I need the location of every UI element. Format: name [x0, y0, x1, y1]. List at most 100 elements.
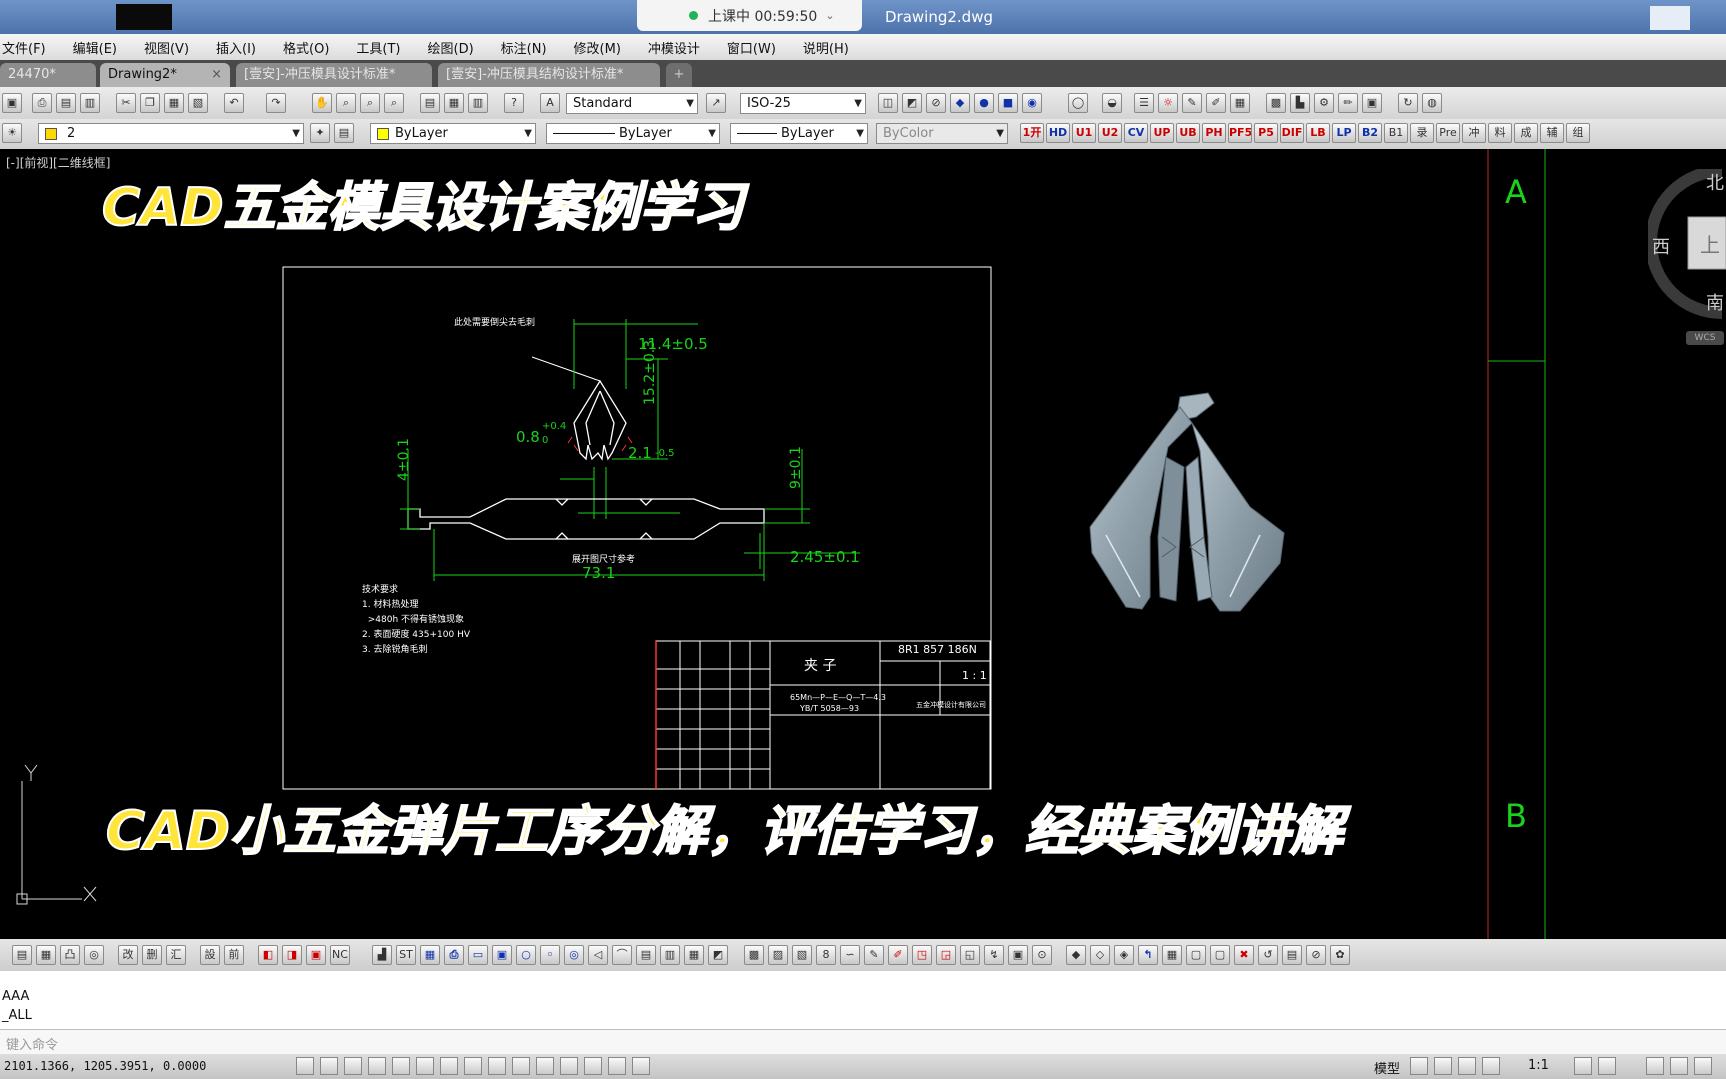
tool-icon-32[interactable]: ✐	[888, 945, 908, 965]
world-icon[interactable]: ◍	[1422, 93, 1442, 113]
custom-btn-6[interactable]: UP	[1150, 123, 1174, 143]
brush-icon[interactable]: ✎	[1182, 93, 1202, 113]
copy-icon[interactable]: ❐	[140, 93, 160, 113]
custom-btn-15[interactable]: B1	[1384, 123, 1408, 143]
tool-icon-19[interactable]: ▣	[492, 945, 512, 965]
viewcube[interactable]: 北 西 南 上 WCS	[1645, 165, 1726, 349]
dim-style-icon[interactable]: ↗	[706, 93, 726, 113]
tool-icon-48[interactable]: ▤	[1282, 945, 1302, 965]
tool-icon-43[interactable]: ▦	[1162, 945, 1182, 965]
tool-icon-17[interactable]: ⎙	[444, 945, 464, 965]
tool-icon-22[interactable]: ▤	[636, 945, 656, 965]
layer-select[interactable]: 2 ▼	[38, 123, 304, 144]
tool-icon-31[interactable]: ✎	[864, 945, 884, 965]
cube-3d-icon[interactable]: ■	[998, 93, 1018, 113]
layout-icon[interactable]	[1410, 1057, 1428, 1075]
box-3d-icon[interactable]: ◆	[950, 93, 970, 113]
text-style-select[interactable]: Standard ▼	[566, 93, 698, 114]
custom-btn-14[interactable]: B2	[1358, 123, 1382, 143]
menu-view[interactable]: 视图(V)	[144, 38, 189, 57]
print-preview-icon[interactable]: ▤	[56, 93, 76, 113]
tool-icon-26[interactable]: ▩	[744, 945, 764, 965]
print-icon[interactable]: ⎙	[32, 93, 52, 113]
custom-btn-20[interactable]: 成	[1514, 123, 1538, 143]
text-style-icon[interactable]: A	[540, 93, 560, 113]
selection-cycling-icon[interactable]	[608, 1057, 626, 1075]
menu-format[interactable]: 格式(O)	[283, 38, 329, 57]
menu-tools[interactable]: 工具(T)	[356, 38, 400, 57]
tool-icon-39[interactable]: ◆	[1066, 945, 1086, 965]
drawing-canvas[interactable]: 此处需要倒尖去毛刺 11.4±0.5 15.2±0.3 0.8 +0.4 0 2…	[0, 149, 1726, 939]
tool-icon-29[interactable]: 8	[816, 945, 836, 965]
tool-icon-14[interactable]: ▟	[372, 945, 392, 965]
tool-icon-33[interactable]: ◳	[912, 945, 932, 965]
custom-btn-8[interactable]: PH	[1202, 123, 1226, 143]
tool-icon-21[interactable]: ◁	[588, 945, 608, 965]
custom-btn-4[interactable]: U2	[1098, 123, 1122, 143]
tool-icon-9[interactable]: 前	[224, 945, 244, 965]
quick-view-drawings-icon[interactable]	[1458, 1057, 1476, 1075]
annotation-visibility-icon[interactable]	[1574, 1057, 1592, 1075]
tool-icon-25[interactable]: ◩	[708, 945, 728, 965]
3d-osnap-icon[interactable]	[440, 1057, 458, 1075]
tool-icon-34[interactable]: ◲	[936, 945, 956, 965]
dynamic-ucs-icon[interactable]	[488, 1057, 506, 1075]
infer-constraints-icon[interactable]	[296, 1057, 314, 1075]
tool-icon-28[interactable]: ▧	[792, 945, 812, 965]
custom-btn-21[interactable]: 辅	[1540, 123, 1564, 143]
help-icon[interactable]: ?	[504, 93, 524, 113]
grid-display-icon[interactable]	[344, 1057, 362, 1075]
circle-small-icon[interactable]: ◦	[540, 945, 560, 965]
tab-stamping-standard[interactable]: [壹安]-冲压模具设计标准*	[236, 63, 432, 87]
redo-icon[interactable]: ↷	[266, 93, 286, 113]
tool-icon-35[interactable]: ◱	[960, 945, 980, 965]
annotation-scale[interactable]: 1:1	[1528, 1058, 1549, 1073]
sphere-3d-icon[interactable]: ●	[974, 93, 994, 113]
tool-icon-20[interactable]: ◎	[564, 945, 584, 965]
refresh-icon[interactable]: ↻	[1398, 93, 1418, 113]
visual-style-icon[interactable]: ◒	[1102, 93, 1122, 113]
auto-scale-icon[interactable]	[1598, 1057, 1616, 1075]
annotation-monitor-icon[interactable]	[632, 1057, 650, 1075]
menu-modify[interactable]: 修改(M)	[574, 38, 621, 57]
linetype-select[interactable]: ByLayer ▼	[546, 123, 720, 144]
tool-icon-30[interactable]: ∽	[840, 945, 860, 965]
workspace-gear-icon[interactable]	[1646, 1057, 1664, 1075]
compass-west[interactable]: 西	[1652, 233, 1670, 259]
object-snap-icon[interactable]	[416, 1057, 434, 1075]
tool-icon-5[interactable]: 改	[118, 945, 138, 965]
transparency-icon[interactable]	[560, 1057, 578, 1075]
tool-icon-44[interactable]: ▢	[1186, 945, 1206, 965]
tool-icon-27[interactable]: ▨	[768, 945, 788, 965]
custom-btn-13[interactable]: LP	[1332, 123, 1356, 143]
layer-manager-icon[interactable]: ☀	[2, 123, 22, 143]
close-icon[interactable]: ×	[211, 63, 222, 87]
custom-btn-17[interactable]: Pre	[1436, 123, 1460, 143]
tool-icon-37[interactable]: ▣	[1008, 945, 1028, 965]
viewport-controls-label[interactable]: [-][前视][二维线框]	[6, 154, 110, 171]
no-entry-icon[interactable]: ⊘	[926, 93, 946, 113]
tool-icon-12[interactable]: ▣	[306, 945, 326, 965]
menu-insert[interactable]: 插入(I)	[216, 38, 256, 57]
circle-icon[interactable]: ○	[516, 945, 536, 965]
tool-icon-47[interactable]: ↺	[1258, 945, 1278, 965]
custom-btn-1[interactable]: 1开	[1020, 123, 1044, 143]
tool-icon-49[interactable]: ⊘	[1306, 945, 1326, 965]
command-input[interactable]: 键入命令	[0, 1029, 1726, 1055]
table-icon[interactable]: ▦	[1230, 93, 1250, 113]
properties-icon[interactable]: ▤	[420, 93, 440, 113]
custom-btn-3[interactable]: U1	[1072, 123, 1096, 143]
tool-icon-7[interactable]: 汇	[166, 945, 186, 965]
tool-icon-13[interactable]: NC	[330, 945, 350, 965]
dim-style-select[interactable]: ISO-25 ▼	[740, 93, 866, 114]
tool-icon-24[interactable]: ▦	[684, 945, 704, 965]
snap-mode-icon[interactable]	[320, 1057, 338, 1075]
wcs-menu[interactable]: WCS	[1686, 331, 1724, 345]
custom-btn-11[interactable]: DIF	[1280, 123, 1304, 143]
menu-die-design[interactable]: 冲模设计	[648, 38, 700, 57]
menu-file[interactable]: 文件(F)	[2, 38, 46, 57]
lineweight-toggle-icon[interactable]	[536, 1057, 554, 1075]
tool-icon-18[interactable]: ▭	[468, 945, 488, 965]
zoom-window-icon[interactable]: ⌕	[360, 93, 380, 113]
palette-icon[interactable]: ▣	[1362, 93, 1382, 113]
